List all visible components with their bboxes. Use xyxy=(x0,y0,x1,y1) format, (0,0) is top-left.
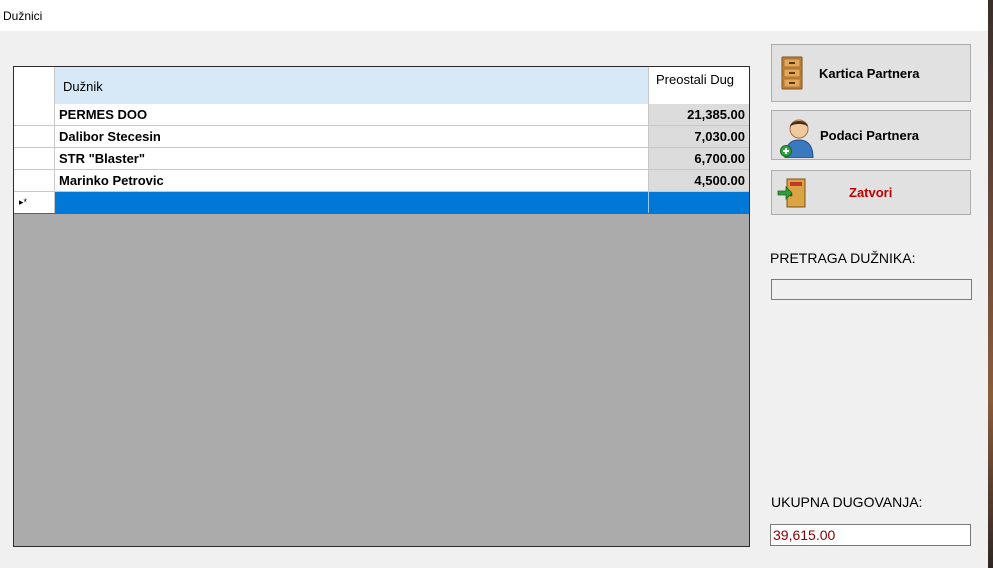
kartica-partnera-label: Kartica Partnera xyxy=(819,65,920,81)
podaci-partnera-label: Podaci Partnera xyxy=(820,127,919,143)
table-row[interactable]: Marinko Petrovic 4,500.00 xyxy=(14,170,749,192)
title-bar: Dužnici xyxy=(0,0,988,31)
user-add-icon xyxy=(780,119,814,158)
new-row-cell-duznik[interactable] xyxy=(55,192,649,213)
grid-header: Dužnik Preostali Dug xyxy=(14,67,749,105)
table-row[interactable]: PERMES DOO 21,385.00 xyxy=(14,104,749,126)
new-row-marker[interactable]: ▸* xyxy=(14,192,55,213)
cell-preostali-dug[interactable]: 21,385.00 xyxy=(649,104,749,125)
search-input[interactable] xyxy=(771,279,972,300)
search-label: PRETRAGA DUŽNIKA: xyxy=(770,250,916,266)
window-title: Dužnici xyxy=(3,9,43,23)
row-header[interactable] xyxy=(14,126,55,147)
cell-duznik[interactable]: PERMES DOO xyxy=(55,104,649,125)
cell-preostali-dug[interactable]: 4,500.00 xyxy=(649,170,749,191)
table-row[interactable]: Dalibor Stecesin 7,030.00 xyxy=(14,126,749,148)
zatvori-label: Zatvori xyxy=(849,185,893,200)
column-header-duznik[interactable]: Dužnik xyxy=(55,67,649,104)
row-header[interactable] xyxy=(14,104,55,125)
cell-duznik[interactable]: Dalibor Stecesin xyxy=(55,126,649,147)
table-row[interactable]: STR "Blaster" 6,700.00 xyxy=(14,148,749,170)
podaci-partnera-button[interactable]: Podaci Partnera xyxy=(771,110,971,160)
cell-preostali-dug[interactable]: 7,030.00 xyxy=(649,126,749,147)
row-header-corner[interactable] xyxy=(14,67,55,104)
new-row-cell-preostali-dug[interactable] xyxy=(649,192,749,213)
total-value-field: 39,615.00 xyxy=(770,524,971,546)
file-cabinet-icon xyxy=(781,56,803,90)
exit-door-icon xyxy=(777,178,806,208)
debtors-grid[interactable]: Dužnik Preostali Dug PERMES DOO 21,385.0… xyxy=(13,66,750,547)
column-header-preostali-dug[interactable]: Preostali Dug xyxy=(649,67,749,104)
zatvori-button[interactable]: Zatvori xyxy=(771,170,971,215)
desktop-edge xyxy=(988,0,993,568)
new-row[interactable]: ▸* xyxy=(14,192,749,214)
total-label: UKUPNA DUGOVANJA: xyxy=(771,494,923,510)
row-header[interactable] xyxy=(14,148,55,169)
kartica-partnera-button[interactable]: Kartica Partnera xyxy=(771,44,971,102)
row-header[interactable] xyxy=(14,170,55,191)
cell-preostali-dug[interactable]: 6,700.00 xyxy=(649,148,749,169)
cell-duznik[interactable]: STR "Blaster" xyxy=(55,148,649,169)
cell-duznik[interactable]: Marinko Petrovic xyxy=(55,170,649,191)
